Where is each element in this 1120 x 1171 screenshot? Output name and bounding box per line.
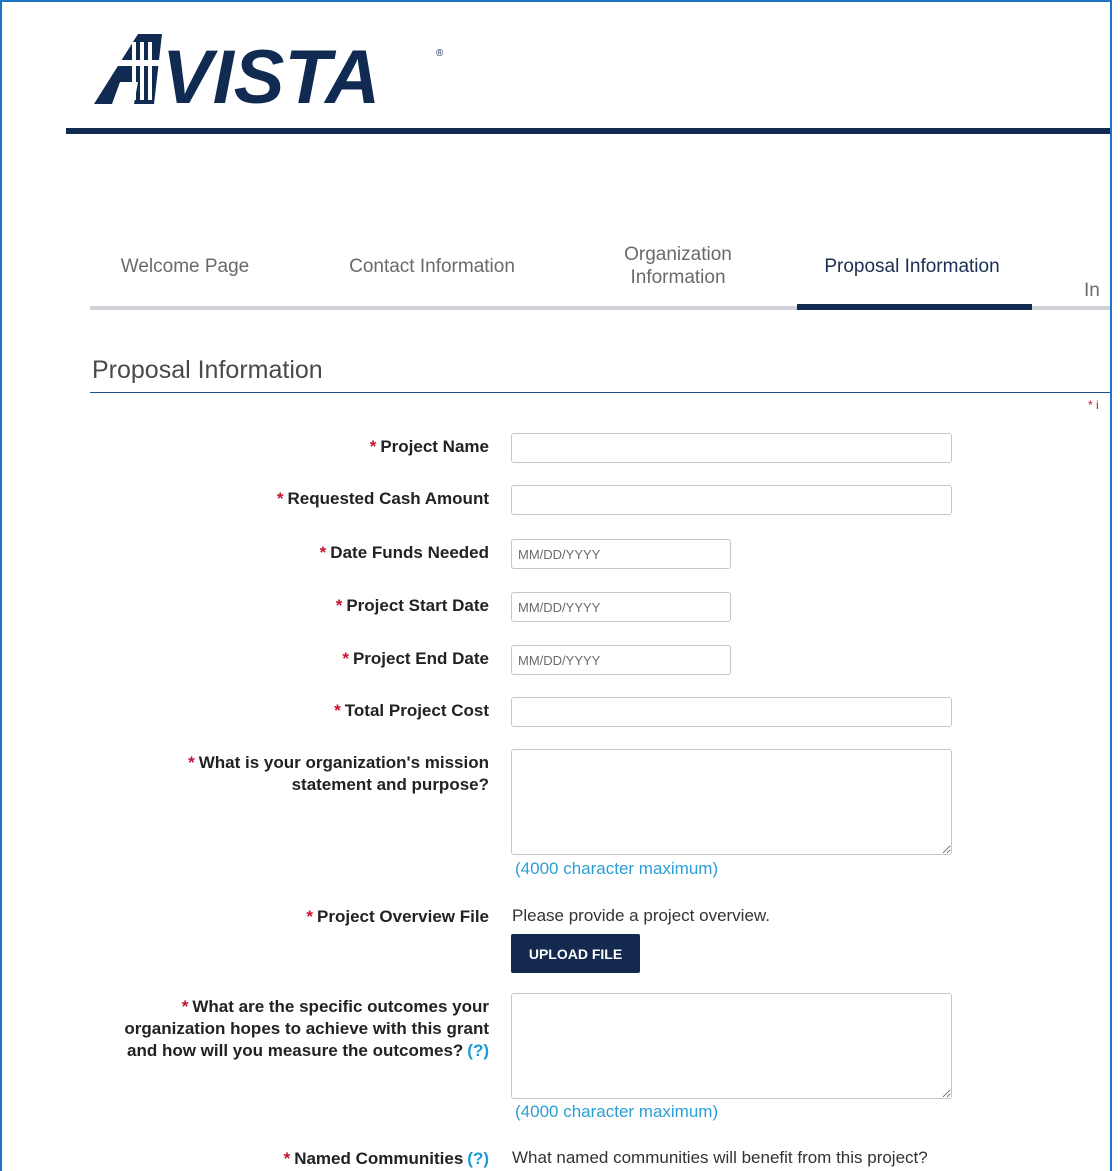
requested-cash-amount-label: * Requested Cash Amount <box>276 489 489 508</box>
avista-logo: VISTA ® <box>94 30 454 120</box>
total-project-cost-input[interactable] <box>511 697 952 727</box>
page-frame: VISTA ® Welcome Page Contact Information… <box>0 0 1112 1171</box>
named-communities-help-link[interactable]: (?) <box>467 1149 489 1168</box>
date-funds-needed-label: * Date Funds Needed <box>319 543 489 562</box>
project-end-date-input[interactable] <box>511 645 731 675</box>
tab-next-partial[interactable]: In <box>1084 230 1110 326</box>
mission-statement-textarea[interactable] <box>511 749 952 855</box>
specific-outcomes-help-link[interactable]: (?) <box>467 1041 489 1060</box>
tab-proposal-information[interactable]: Proposal Information <box>812 230 1012 302</box>
project-start-date-input[interactable] <box>511 592 731 622</box>
project-name-label: * Project Name <box>369 437 489 456</box>
project-overview-file-description: Please provide a project overview. <box>512 906 770 925</box>
named-communities-label: * Named Communities (?) <box>283 1149 489 1168</box>
active-tab-indicator <box>797 304 1032 310</box>
section-title: Proposal Information <box>92 356 323 384</box>
project-name-input[interactable] <box>511 433 952 463</box>
header-divider <box>66 128 1110 134</box>
section-divider <box>90 392 1110 393</box>
specific-outcomes-textarea[interactable] <box>511 993 952 1099</box>
tab-welcome-page[interactable]: Welcome Page <box>110 230 260 302</box>
specific-outcomes-label: * What are the specific outcomes your org… <box>124 997 489 1060</box>
logo-wordmark: VISTA <box>162 35 380 108</box>
tab-contact-information[interactable]: Contact Information <box>322 230 542 302</box>
total-project-cost-label: * Total Project Cost <box>334 701 489 720</box>
specific-outcomes-char-limit: (4000 character maximum) <box>515 1102 719 1121</box>
upload-file-button[interactable]: UPLOAD FILE <box>511 934 640 973</box>
tab-organization-information[interactable]: Organization Information <box>588 230 768 302</box>
project-end-date-label: * Project End Date <box>342 649 489 668</box>
mission-statement-char-limit: (4000 character maximum) <box>515 859 719 878</box>
date-funds-needed-input[interactable] <box>511 539 731 569</box>
wizard-tabs: Welcome Page Contact Information Organiz… <box>90 230 1110 310</box>
project-start-date-label: * Project Start Date <box>335 596 489 615</box>
mission-statement-label: * What is your organization's mission sta… <box>188 753 489 794</box>
required-note: * i <box>1088 398 1099 412</box>
named-communities-description: What named communities will benefit from… <box>512 1148 928 1167</box>
svg-text:®: ® <box>436 48 444 59</box>
project-overview-file-label: * Project Overview File <box>306 907 489 926</box>
requested-cash-amount-input[interactable] <box>511 485 952 515</box>
